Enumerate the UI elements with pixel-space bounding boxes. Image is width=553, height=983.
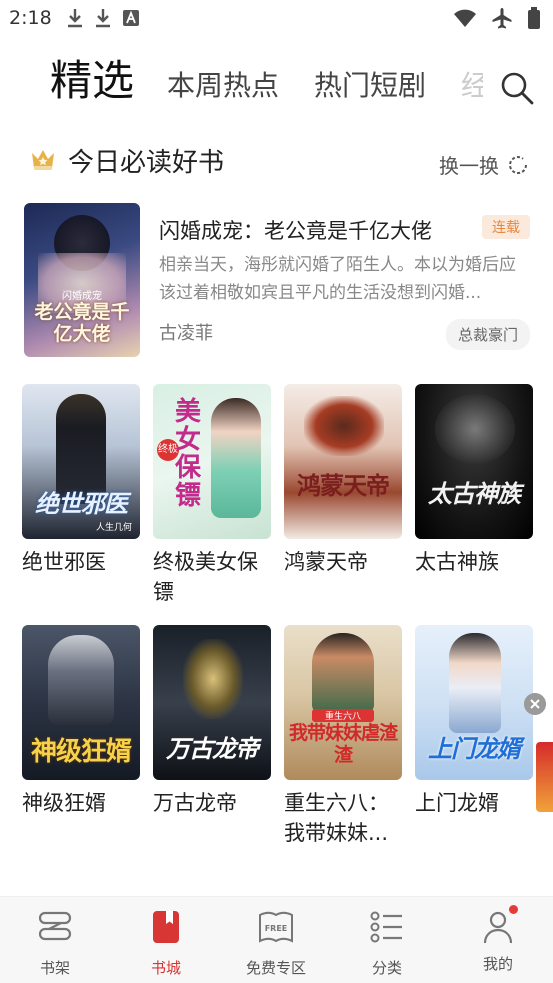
refresh-icon — [509, 155, 528, 174]
nav-label: 我的 — [482, 955, 513, 973]
cover-title-text: 太古神族 — [428, 479, 521, 508]
book-cover[interactable]: 绝世邪医 人生几何 — [22, 384, 140, 539]
book-cover[interactable]: 太古神族 — [415, 384, 533, 539]
book-cover[interactable]: 鸿蒙天帝 — [284, 384, 402, 539]
nav-label: 书城 — [150, 959, 181, 977]
airplane-icon — [492, 8, 512, 29]
book-title[interactable]: 终极美女保镖 — [153, 547, 271, 607]
battery-icon — [528, 7, 540, 29]
book-card[interactable]: 神级狂婿 神级狂婿 — [22, 625, 140, 818]
nav-label: 书架 — [39, 959, 70, 977]
cover-title-text: 美女保镖 — [175, 397, 202, 511]
gift-icon[interactable] — [536, 742, 553, 812]
download-icon — [68, 9, 82, 28]
genre-tag[interactable]: 总裁豪门 — [445, 319, 530, 350]
free-icon-text: FREE — [265, 924, 288, 933]
featured-book-author[interactable]: 古凌菲 — [159, 319, 213, 345]
book-card[interactable]: 重生六八 我带妹妹虐渣渣 重生六八：我带妹妹... — [284, 625, 402, 848]
book-title[interactable]: 上门龙婿 — [415, 788, 533, 818]
system-icons — [453, 7, 541, 29]
cover-figure — [312, 633, 374, 713]
section-title: 今日必读好书 — [68, 148, 225, 178]
book-cover[interactable]: 神级狂婿 — [22, 625, 140, 780]
nav-bookstore[interactable]: 书城 — [126, 909, 206, 978]
tab-featured[interactable]: 精选 — [50, 47, 134, 108]
nav-label: 分类 — [371, 959, 402, 977]
cover-sub-text: 重生六八 — [312, 709, 374, 722]
cover-figure — [449, 633, 501, 733]
cover-small-text: 闪婚成宠 — [62, 291, 102, 302]
book-cover[interactable]: 上门龙婿 — [415, 625, 533, 780]
cover-author-text: 人生几何 — [95, 523, 132, 533]
cover-title-text: 万古龙帝 — [166, 734, 259, 763]
nav-bookshelf[interactable]: 书架 — [15, 909, 95, 978]
book-card[interactable]: 绝世邪医 人生几何 绝世邪医 — [22, 384, 140, 577]
cover-title-text: 绝世邪医 — [35, 489, 128, 518]
featured-book[interactable]: 闪婚成宠 老公竟是千亿大佬 闪婚成宠：老公竟是千亿大佬 连载 相亲当天，海彤就闪… — [24, 203, 534, 359]
featured-book-cover[interactable]: 闪婚成宠 老公竟是千亿大佬 — [24, 203, 140, 357]
featured-book-description: 相亲当天，海彤就闪婚了陌生人。本以为婚后应该过着相敬如宾且平凡的生活没想到闪婚.… — [159, 255, 516, 303]
cover-figure — [48, 635, 114, 725]
notification-dot — [509, 905, 518, 914]
serializing-badge: 连载 — [482, 215, 530, 239]
bottom-navigation: 书架 书城 FREE 免费专区 分类 我的 — [0, 896, 553, 983]
status-bar: 2:18 — [0, 0, 553, 38]
cover-title-text: 我带妹妹虐渣渣 — [288, 722, 398, 766]
cover-title-text: 上门龙婿 — [428, 734, 521, 763]
app-notification-icon — [123, 10, 139, 26]
close-icon[interactable] — [524, 693, 546, 715]
book-title[interactable]: 鸿蒙天帝 — [284, 547, 402, 577]
download-icon — [96, 9, 110, 28]
tab-short-drama[interactable]: 热门短剧 — [314, 64, 426, 104]
search-icon[interactable] — [499, 70, 535, 106]
book-card[interactable]: 上门龙婿 上门龙婿 — [415, 625, 533, 818]
cover-title-text: 鸿蒙天帝 — [297, 471, 390, 500]
cover-figure — [56, 394, 106, 504]
book-cover[interactable]: 重生六八 我带妹妹虐渣渣 — [284, 625, 402, 780]
refresh-button[interactable]: 换一换 — [439, 150, 529, 179]
nav-profile[interactable]: 我的 — [458, 905, 538, 974]
refresh-label: 换一换 — [439, 154, 499, 178]
nav-label: 免费专区 — [245, 959, 306, 977]
cover-figure — [211, 398, 261, 518]
cover-title-text: 老公竟是千亿大佬 — [34, 301, 130, 345]
bookstore-icon — [153, 911, 179, 943]
book-cover[interactable]: 万古龙帝 — [153, 625, 271, 780]
nav-free-zone[interactable]: FREE 免费专区 — [236, 909, 316, 978]
tab-weekly-hot[interactable]: 本周热点 — [167, 64, 279, 104]
notification-icons — [66, 8, 140, 28]
cover-figure — [183, 639, 243, 719]
cover-figure — [304, 396, 384, 456]
book-title[interactable]: 神级狂婿 — [22, 788, 140, 818]
book-card[interactable]: 万古龙帝 万古龙帝 — [153, 625, 271, 818]
top-tab-bar: 精选 本周热点 热门短剧 经 — [0, 48, 553, 118]
profile-icon-wrap — [480, 905, 518, 945]
bookshelf-icon — [38, 911, 72, 941]
profile-icon — [483, 911, 513, 944]
book-cover[interactable]: 终极 美女保镖 — [153, 384, 271, 539]
cover-title-text: 神级狂婿 — [30, 737, 132, 767]
cover-figure — [435, 394, 515, 464]
book-title[interactable]: 重生六八：我带妹妹... — [284, 788, 402, 848]
crown-icon — [32, 150, 54, 170]
book-card[interactable]: 鸿蒙天帝 鸿蒙天帝 — [284, 384, 402, 577]
free-book-icon: FREE — [259, 911, 293, 943]
category-icon — [370, 911, 402, 943]
featured-book-title[interactable]: 闪婚成宠：老公竟是千亿大佬 — [159, 215, 432, 245]
book-title[interactable]: 万古龙帝 — [153, 788, 271, 818]
book-card[interactable]: 太古神族 太古神族 — [415, 384, 533, 577]
status-time: 2:18 — [9, 7, 52, 29]
book-title[interactable]: 太古神族 — [415, 547, 533, 577]
daily-picks-header: 今日必读好书 换一换 — [0, 140, 553, 184]
tab-more[interactable]: 经 — [461, 64, 483, 104]
book-card[interactable]: 终极 美女保镖 终极美女保镖 — [153, 384, 271, 607]
nav-category[interactable]: 分类 — [347, 909, 427, 978]
book-title[interactable]: 绝世邪医 — [22, 547, 140, 577]
wifi-icon — [454, 9, 476, 27]
